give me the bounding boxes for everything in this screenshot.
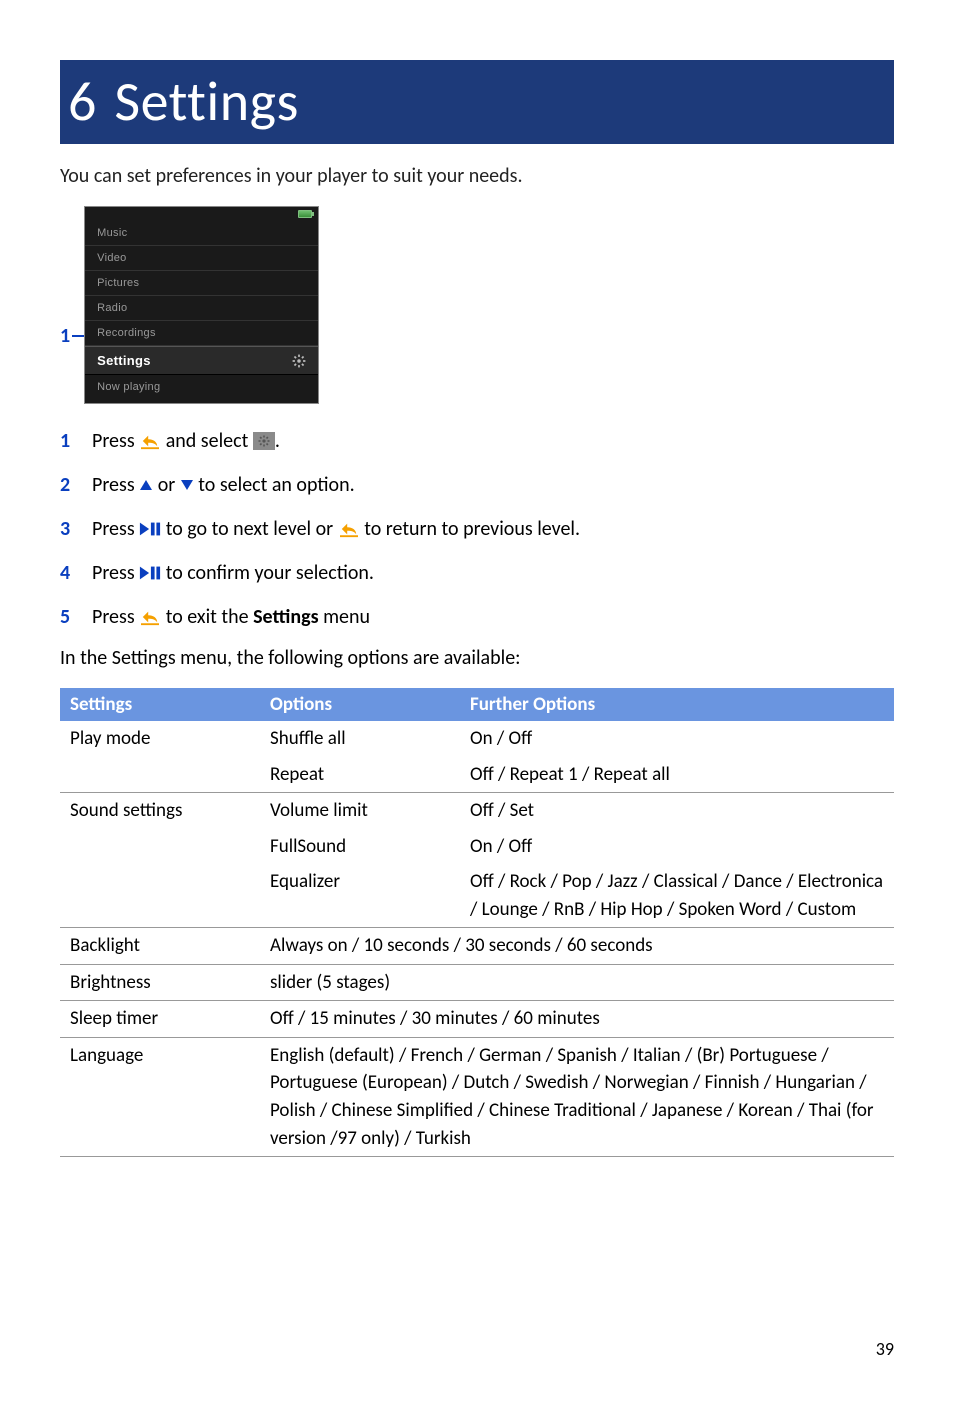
table-row: Sound settingsVolume limitOff / Set	[60, 793, 894, 829]
menu-item-now-playing: Now playing	[85, 375, 318, 403]
chapter-title: Settings	[114, 68, 299, 136]
device-status-bar	[85, 207, 318, 221]
menu-item-label: Settings	[97, 353, 151, 368]
gear-icon	[253, 432, 275, 450]
step-text: Press and select .	[92, 426, 894, 456]
table-header-settings: Settings	[60, 688, 260, 721]
menu-item-video: Video	[85, 246, 318, 271]
menu-item-recordings: Recordings	[85, 321, 318, 346]
table-row: Play modeShuffle allOn / Off	[60, 721, 894, 757]
play-pause-icon	[139, 565, 161, 581]
step: 1Press and select .	[60, 426, 894, 456]
step-number: 4	[60, 558, 92, 588]
cell-option: Volume limit	[260, 793, 460, 829]
cell-options-span: slider (5 stages)	[260, 964, 894, 1001]
device-screenshot-block: 1 Music Video Pictures Radio Recordings …	[60, 206, 954, 404]
menu-item-settings-selected: Settings	[85, 346, 318, 375]
table-row: LanguageEnglish (default) / French / Ger…	[60, 1037, 894, 1156]
steps-list: 1Press and select .2Press or to select a…	[60, 426, 894, 632]
bold-text: Settings	[253, 605, 318, 629]
table-row: RepeatOff / Repeat 1 / Repeat all	[60, 757, 894, 793]
back-icon	[338, 520, 360, 538]
settings-table: Settings Options Further Options Play mo…	[60, 688, 894, 1157]
table-header-options: Options	[260, 688, 460, 721]
step: 2Press or to select an option.	[60, 470, 894, 500]
callout-number: 1	[60, 324, 70, 348]
down-triangle-icon	[180, 478, 194, 492]
cell-further: Off / Repeat 1 / Repeat all	[460, 757, 894, 793]
step: 5Press to exit the Settings menu	[60, 602, 894, 632]
cell-option: Repeat	[260, 757, 460, 793]
cell-options-span: English (default) / French / German / Sp…	[260, 1037, 894, 1156]
device-screen: Music Video Pictures Radio Recordings Se…	[84, 206, 319, 404]
step-number: 3	[60, 514, 92, 544]
cell-further: Off / Rock / Pop / Jazz / Classical / Da…	[460, 864, 894, 928]
table-header-further: Further Options	[460, 688, 894, 721]
step-number: 1	[60, 426, 92, 456]
up-triangle-icon	[139, 478, 153, 492]
chapter-header: 6 Settings	[60, 60, 894, 144]
table-row: FullSoundOn / Off	[60, 829, 894, 865]
cell-options-span: Always on / 10 seconds / 30 seconds / 60…	[260, 928, 894, 965]
back-icon	[139, 608, 161, 626]
callout-tick	[72, 335, 84, 337]
chapter-number: 6	[68, 68, 96, 136]
battery-icon	[298, 210, 312, 218]
play-pause-icon	[139, 521, 161, 537]
step-text: Press to go to next level or to return t…	[92, 514, 894, 544]
cell-option: Equalizer	[260, 864, 460, 928]
cell-setting	[60, 829, 260, 865]
gear-icon	[292, 354, 306, 368]
table-row: BacklightAlways on / 10 seconds / 30 sec…	[60, 928, 894, 965]
cell-setting: Sleep timer	[60, 1001, 260, 1038]
table-row: Brightnessslider (5 stages)	[60, 964, 894, 1001]
cell-option: Shuffle all	[260, 721, 460, 757]
table-row: Sleep timerOff / 15 minutes / 30 minutes…	[60, 1001, 894, 1038]
back-icon	[139, 432, 161, 450]
step-text: Press to confirm your selection.	[92, 558, 894, 588]
cell-setting: Language	[60, 1037, 260, 1156]
intro-text: You can set preferences in your player t…	[60, 164, 894, 188]
step-text: Press or to select an option.	[92, 470, 894, 500]
cell-setting: Brightness	[60, 964, 260, 1001]
step-text: Press to exit the Settings menu	[92, 602, 894, 632]
cell-setting: Backlight	[60, 928, 260, 965]
cell-further: On / Off	[460, 721, 894, 757]
page-number: 39	[876, 1338, 894, 1360]
cell-setting: Play mode	[60, 721, 260, 757]
cell-setting: Sound settings	[60, 793, 260, 829]
step-number: 2	[60, 470, 92, 500]
cell-setting	[60, 864, 260, 928]
menu-item-pictures: Pictures	[85, 271, 318, 296]
step: 4Press to confirm your selection.	[60, 558, 894, 588]
cell-options-span: Off / 15 minutes / 30 minutes / 60 minut…	[260, 1001, 894, 1038]
menu-item-radio: Radio	[85, 296, 318, 321]
table-row: EqualizerOff / Rock / Pop / Jazz / Class…	[60, 864, 894, 928]
cell-further: On / Off	[460, 829, 894, 865]
menu-item-music: Music	[85, 221, 318, 246]
after-steps-text: In the Settings menu, the following opti…	[60, 646, 894, 670]
cell-further: Off / Set	[460, 793, 894, 829]
step: 3Press to go to next level or to return …	[60, 514, 894, 544]
cell-setting	[60, 757, 260, 793]
cell-option: FullSound	[260, 829, 460, 865]
step-number: 5	[60, 602, 92, 632]
